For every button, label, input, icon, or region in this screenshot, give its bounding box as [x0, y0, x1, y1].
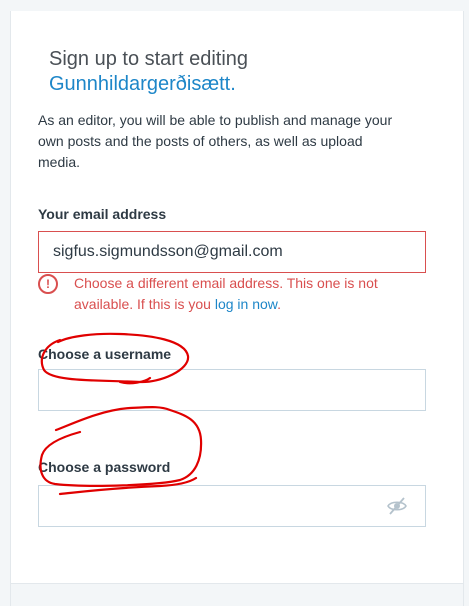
username-field[interactable]	[38, 369, 426, 411]
eye-slash-icon[interactable]	[386, 496, 408, 516]
signup-heading: Sign up to start editing Gunnhildargerði…	[49, 47, 248, 97]
email-error-end: .	[277, 296, 282, 312]
error-icon: !	[38, 274, 58, 294]
password-field[interactable]	[38, 485, 426, 527]
heading-text: Sign up to start editing	[49, 48, 249, 70]
card-footer	[11, 583, 463, 606]
email-error-message: Choose a different email address. This o…	[74, 273, 404, 315]
username-label: Choose a username	[38, 346, 172, 362]
email-field[interactable]	[38, 231, 426, 273]
log-in-link[interactable]: log in now	[215, 296, 277, 312]
password-label: Choose a password	[38, 459, 171, 475]
site-name: Gunnhildargerðisætt.	[49, 73, 236, 95]
intro-text: As an editor, you will be able to publis…	[38, 112, 393, 170]
email-label: Your email address	[38, 206, 167, 222]
